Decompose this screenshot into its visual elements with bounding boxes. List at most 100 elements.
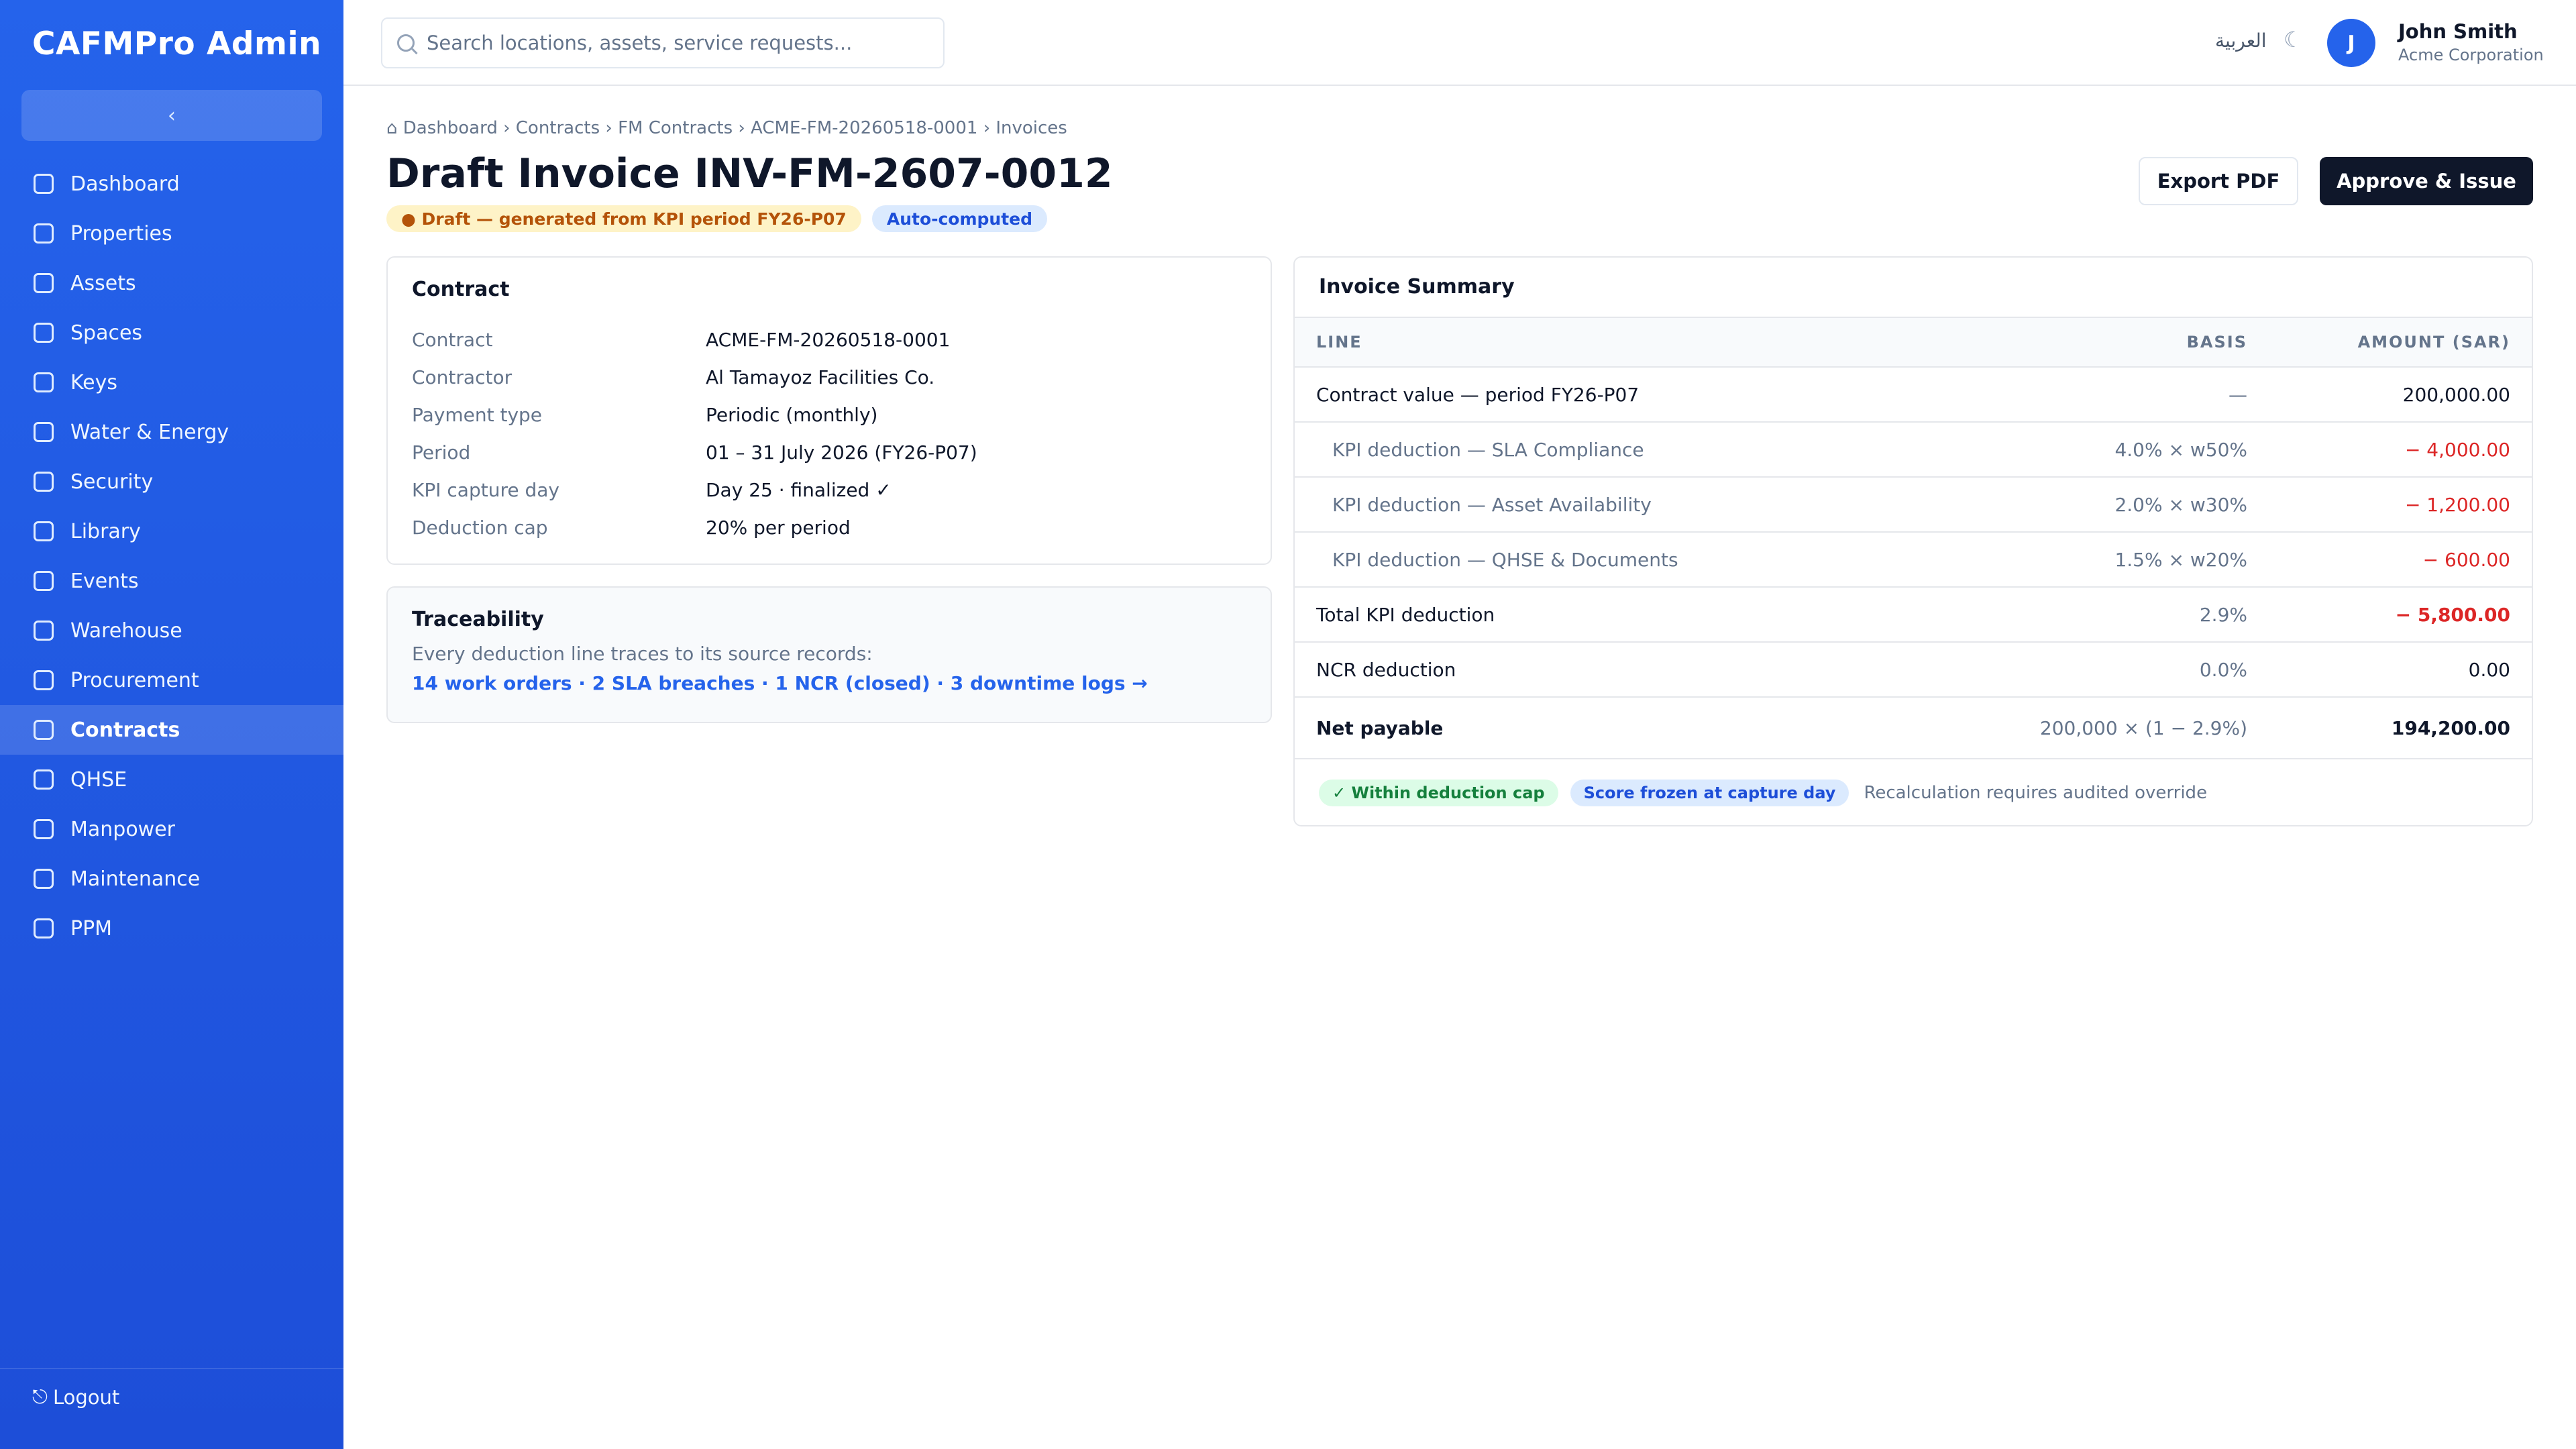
breadcrumb[interactable]: ⌂ Dashboard › Contracts › FM Contracts ›… <box>386 118 1067 138</box>
sidebar-item-manpower[interactable]: Manpower <box>0 804 343 854</box>
sidebar-item-contracts[interactable]: Contracts <box>0 705 343 755</box>
amount-cell: 200,000.00 <box>2247 367 2532 423</box>
sidebar-item-label: Water & Energy <box>70 420 229 444</box>
export-pdf-button[interactable]: Export PDF <box>2139 157 2298 205</box>
score-frozen-badge: Score frozen at capture day <box>1570 780 1849 806</box>
table-row: NCR deduction 0.0% 0.00 <box>1295 642 2532 698</box>
sidebar-item-label: Properties <box>70 221 172 246</box>
sidebar-item-library[interactable]: Library <box>0 506 343 556</box>
sidebar-item-events[interactable]: Events <box>0 556 343 606</box>
net-payable-label: Net payable <box>1295 697 1966 759</box>
square-icon <box>34 422 54 442</box>
basis-cell: 2.9% <box>1966 587 2247 643</box>
sidebar-item-label: Procurement <box>70 668 199 692</box>
line-cell: NCR deduction <box>1295 642 1966 698</box>
basis-cell: — <box>1966 367 2247 423</box>
contract-detail-row: Contractor Al Tamayoz Facilities Co. <box>412 358 977 396</box>
line-cell: Contract value — period FY26-P07 <box>1295 367 1966 423</box>
table-row: KPI deduction — SLA Compliance 4.0% × w5… <box>1295 422 2532 478</box>
square-icon <box>34 819 54 839</box>
sidebar-item-label: PPM <box>70 916 113 941</box>
square-icon <box>34 323 54 343</box>
search-placeholder: Search locations, assets, service reques… <box>427 32 853 54</box>
traceability-title: Traceability <box>412 608 544 631</box>
sidebar-item-spaces[interactable]: Spaces <box>0 308 343 358</box>
amount-cell: − 4,000.00 <box>2247 422 2532 478</box>
square-icon <box>34 174 54 194</box>
amount-cell: − 5,800.00 <box>2247 587 2532 643</box>
detail-label: Contractor <box>412 366 513 388</box>
page-title: Draft Invoice INV-FM-2607-0012 <box>386 150 1113 197</box>
contract-detail-row: Payment type Periodic (monthly) <box>412 396 977 433</box>
deduction-cap-badge: ✓ Within deduction cap <box>1319 780 1558 806</box>
sidebar-item-label: QHSE <box>70 767 127 792</box>
sidebar-item-label: Manpower <box>70 817 176 841</box>
column-header-amount: AMOUNT (SAR) <box>2247 317 2532 368</box>
basis-cell: 1.5% × w20% <box>1966 532 2247 588</box>
logout-icon: ⎋ <box>32 1385 48 1408</box>
sidebar: CAFMPro Admin ‹ Dashboard Properties Ass… <box>0 0 343 1449</box>
avatar[interactable]: J <box>2327 19 2375 67</box>
search-input[interactable]: Search locations, assets, service reques… <box>381 17 945 68</box>
amount-cell: − 600.00 <box>2247 532 2532 588</box>
detail-label: Payment type <box>412 403 543 426</box>
square-icon <box>34 521 54 541</box>
column-header-basis: BASIS <box>1966 317 2247 368</box>
square-icon <box>34 372 54 392</box>
amount-cell: − 1,200.00 <box>2247 477 2532 533</box>
traceability-description: Every deduction line traces to its sourc… <box>412 643 873 665</box>
draft-status-badge: ● Draft — generated from KPI period FY26… <box>386 205 861 232</box>
sidebar-item-security[interactable]: Security <box>0 457 343 506</box>
traceability-source-link[interactable]: 14 work orders · 2 SLA breaches · 1 NCR … <box>412 672 1148 694</box>
logout-link[interactable]: ⎋ Logout <box>32 1385 119 1409</box>
sidebar-item-properties[interactable]: Properties <box>0 209 343 258</box>
user-name: John Smith <box>2398 20 2518 43</box>
invoice-summary-table: LINE BASIS AMOUNT (SAR) Contract value —… <box>1295 317 2532 759</box>
sidebar-item-dashboard[interactable]: Dashboard <box>0 159 343 209</box>
sidebar-item-label: Spaces <box>70 321 143 345</box>
sidebar-item-ppm[interactable]: PPM <box>0 904 343 953</box>
sidebar-item-assets[interactable]: Assets <box>0 258 343 308</box>
table-header-row: LINE BASIS AMOUNT (SAR) <box>1295 317 2532 368</box>
table-row: Contract value — period FY26-P07 — 200,0… <box>1295 367 2532 423</box>
sidebar-item-label: Keys <box>70 370 118 394</box>
invoice-summary-card: Invoice Summary LINE BASIS AMOUNT (SAR) … <box>1293 256 2533 826</box>
square-icon <box>34 621 54 641</box>
sidebar-footer: ⎋ Logout <box>0 1368 343 1449</box>
square-icon <box>34 273 54 293</box>
invoice-summary-title: Invoice Summary <box>1319 275 1515 299</box>
basis-cell: 0.0% <box>1966 642 2247 698</box>
net-payable-amount: 194,200.00 <box>2247 697 2532 759</box>
square-icon <box>34 223 54 244</box>
sidebar-collapse-button[interactable]: ‹ <box>21 90 322 141</box>
sidebar-item-warehouse[interactable]: Warehouse <box>0 606 343 655</box>
detail-value: 20% per period <box>706 516 851 539</box>
contract-detail-row: Deduction cap 20% per period <box>412 508 977 546</box>
sidebar-item-maintenance[interactable]: Maintenance <box>0 854 343 904</box>
approve-issue-button[interactable]: Approve & Issue <box>2320 157 2533 205</box>
net-payable-basis: 200,000 × (1 − 2.9%) <box>1966 697 2247 759</box>
topbar: Search locations, assets, service reques… <box>343 0 2576 86</box>
square-icon <box>34 472 54 492</box>
line-cell: KPI deduction — QHSE & Documents <box>1295 532 1966 588</box>
detail-label: KPI capture day <box>412 478 559 501</box>
sidebar-item-label: Contracts <box>70 718 180 742</box>
contract-card: Contract Contract ACME-FM-20260518-0001 C… <box>386 256 1272 565</box>
sidebar-item-procurement[interactable]: Procurement <box>0 655 343 705</box>
moon-icon[interactable]: ☾ <box>2284 27 2303 52</box>
sidebar-item-qhse[interactable]: QHSE <box>0 755 343 804</box>
recalculation-note: Recalculation requires audited override <box>1864 783 2208 803</box>
status-badges: ● Draft — generated from KPI period FY26… <box>386 205 1048 232</box>
sidebar-item-keys[interactable]: Keys <box>0 358 343 407</box>
amount-cell: 0.00 <box>2247 642 2532 698</box>
table-row: KPI deduction — QHSE & Documents 1.5% × … <box>1295 532 2532 588</box>
language-toggle[interactable]: العربية <box>2215 30 2267 52</box>
detail-value: ACME-FM-20260518-0001 <box>706 328 951 351</box>
sidebar-item-water-energy[interactable]: Water & Energy <box>0 407 343 457</box>
detail-label: Deduction cap <box>412 516 548 539</box>
sidebar-item-label: Maintenance <box>70 867 201 891</box>
square-icon <box>34 869 54 889</box>
basis-cell: 2.0% × w30% <box>1966 477 2247 533</box>
detail-value: Al Tamayoz Facilities Co. <box>706 366 935 388</box>
line-cell: KPI deduction — Asset Availability <box>1295 477 1966 533</box>
